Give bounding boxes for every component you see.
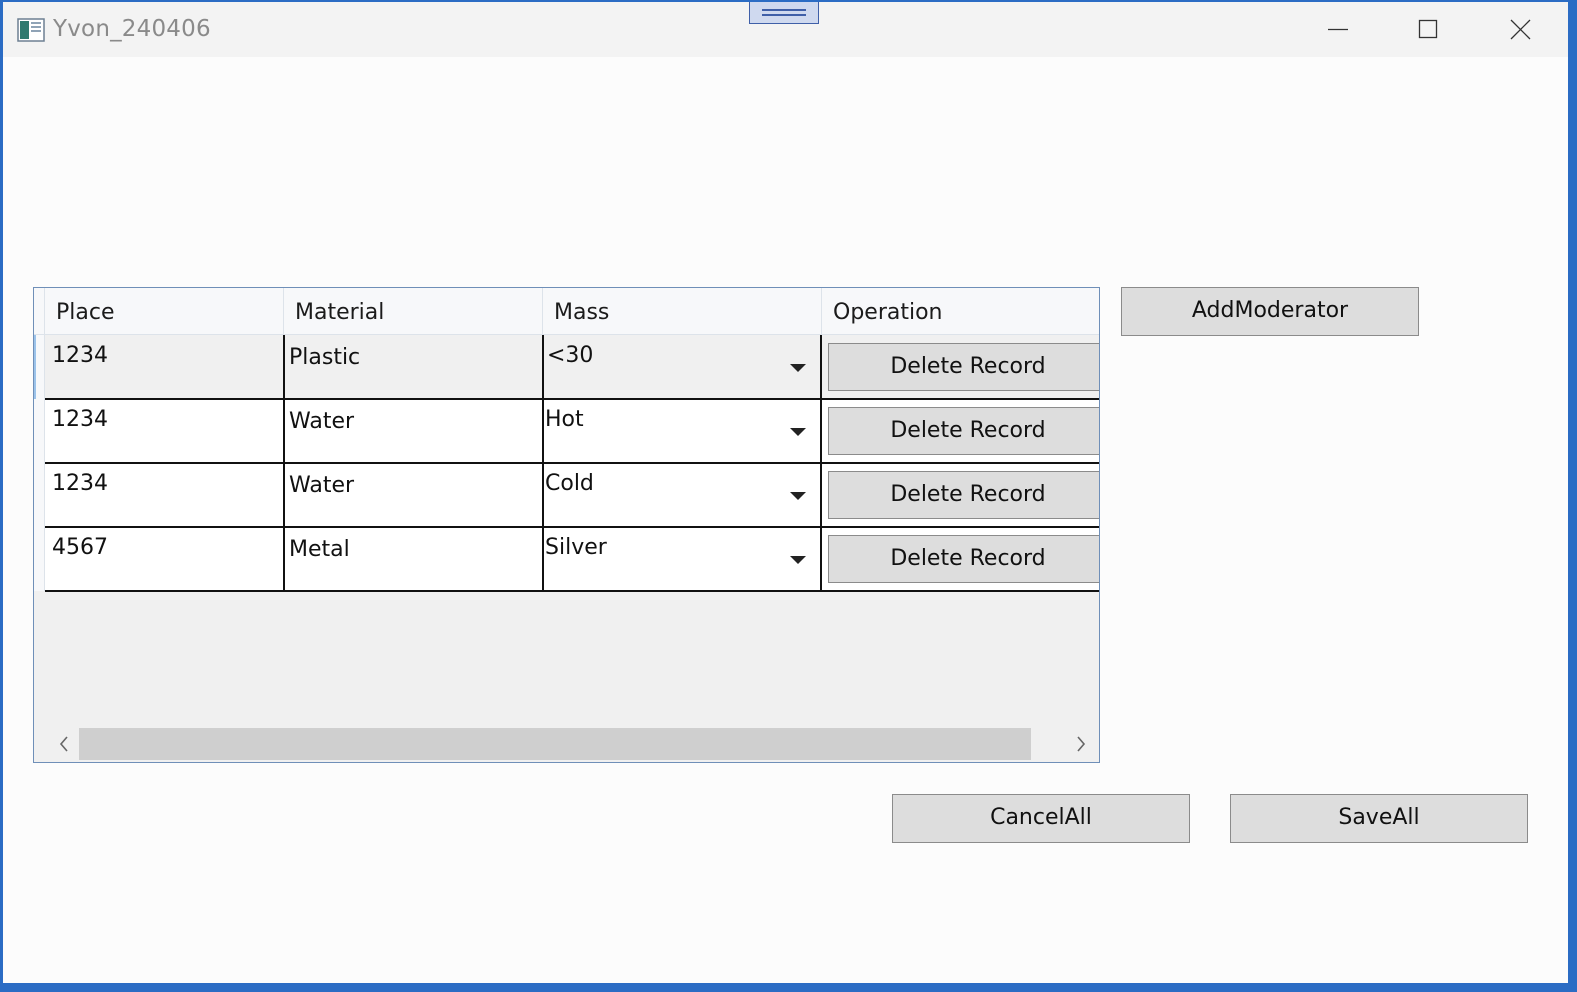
column-header-material[interactable]: Material <box>284 288 543 335</box>
delete-record-button[interactable]: Delete Record <box>828 535 1099 583</box>
close-icon <box>1510 19 1531 40</box>
horizontal-scrollbar[interactable] <box>34 726 1099 762</box>
delete-record-button[interactable]: Delete Record <box>828 407 1099 455</box>
column-header-place[interactable]: Place <box>45 288 284 335</box>
cell-place[interactable]: 1234 <box>52 407 108 432</box>
minimize-button[interactable] <box>1308 2 1368 57</box>
maximize-button[interactable] <box>1398 2 1458 57</box>
cell-material[interactable]: Plastic <box>289 345 360 370</box>
cell-mass-value[interactable]: Hot <box>545 407 584 432</box>
column-header-operation[interactable]: Operation <box>822 288 1099 335</box>
save-all-button[interactable]: SaveAll <box>1230 794 1528 843</box>
app-window: Yvon_240406 Place Material Mass Operatio… <box>3 2 1568 983</box>
row-header[interactable] <box>34 463 45 527</box>
cell-material[interactable]: Metal <box>289 537 350 562</box>
column-divider <box>542 335 544 592</box>
cell-place[interactable]: 4567 <box>52 535 108 560</box>
column-divider <box>283 335 285 592</box>
maximize-icon <box>1418 19 1438 39</box>
row-divider <box>45 590 1099 592</box>
dropdown-arrow-icon[interactable] <box>790 428 806 436</box>
minimize-icon <box>1328 28 1348 31</box>
chevron-left-icon <box>59 736 68 752</box>
dropdown-arrow-icon[interactable] <box>790 364 806 372</box>
row-header[interactable] <box>34 335 45 399</box>
column-divider <box>820 335 822 592</box>
cancel-all-button[interactable]: CancelAll <box>892 794 1190 843</box>
title-bar[interactable]: Yvon_240406 <box>3 2 1568 57</box>
app-icon <box>17 18 45 42</box>
dropdown-arrow-icon[interactable] <box>790 556 806 564</box>
scroll-right-button[interactable] <box>1066 726 1096 762</box>
cell-place[interactable]: 1234 <box>52 471 108 496</box>
records-datagrid[interactable]: Place Material Mass Operation 1234 Plast… <box>33 287 1100 763</box>
grid-corner-header <box>34 288 45 335</box>
chevron-right-icon <box>1077 736 1086 752</box>
cell-mass-value[interactable]: <30 <box>547 343 593 368</box>
row-header[interactable] <box>34 399 45 463</box>
add-moderator-button[interactable]: AddModerator <box>1121 287 1419 336</box>
row-divider <box>45 526 1099 528</box>
scroll-left-button[interactable] <box>49 726 79 762</box>
row-header[interactable] <box>34 527 45 591</box>
delete-record-button[interactable]: Delete Record <box>828 343 1099 391</box>
column-header-mass[interactable]: Mass <box>543 288 822 335</box>
close-button[interactable] <box>1491 2 1551 57</box>
window-title: Yvon_240406 <box>53 16 211 42</box>
cell-mass-value[interactable]: Silver <box>545 535 607 560</box>
row-divider <box>45 462 1099 464</box>
dropdown-arrow-icon[interactable] <box>790 492 806 500</box>
row-divider <box>45 398 1099 400</box>
cell-material[interactable]: Water <box>289 473 354 498</box>
cell-mass-value[interactable]: Cold <box>545 471 594 496</box>
snap-layout-handle[interactable] <box>749 2 819 24</box>
cell-material[interactable]: Water <box>289 409 354 434</box>
cell-place[interactable]: 1234 <box>52 343 108 368</box>
scrollbar-thumb[interactable] <box>79 728 1031 760</box>
delete-record-button[interactable]: Delete Record <box>828 471 1099 519</box>
